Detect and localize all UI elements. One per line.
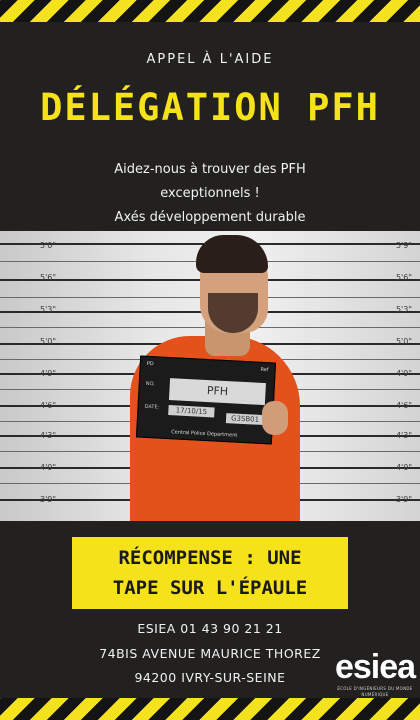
- height-label-right: 4'3": [395, 431, 412, 440]
- height-label-right: 5'9": [395, 241, 412, 250]
- board-header-cell: Ref: [260, 366, 269, 374]
- reward-line: TAPE SUR L'ÉPAULE: [112, 577, 308, 599]
- height-label-left: 4'9": [40, 369, 57, 378]
- board-header: PD Ref: [146, 361, 269, 381]
- subtitle-line: Axés développement durable: [114, 210, 306, 225]
- esiea-logo: esiea ÉCOLE D'INGÉNIEURS DU MONDE NUMÉRI…: [330, 648, 420, 698]
- height-label-left: 5'0": [40, 241, 57, 250]
- height-label-left: 4'0": [40, 463, 57, 472]
- board-header-cell: PD: [146, 360, 154, 368]
- height-label-left: 3'9": [40, 495, 57, 504]
- height-label-right: 5'3": [395, 305, 412, 314]
- height-label-right: 5'0": [395, 337, 412, 346]
- height-label-right: 4'6": [395, 401, 412, 410]
- height-label-left: 4'6": [40, 401, 57, 410]
- height-label-left: 5'6": [40, 273, 57, 282]
- reward-box: RÉCOMPENSE : UNE TAPE SUR L'ÉPAULE: [72, 537, 348, 609]
- subtitle-line: exceptionnels !: [160, 186, 260, 201]
- height-label-left: 4'3": [40, 431, 57, 440]
- person-hand: [262, 401, 288, 435]
- logo-word: esiea: [334, 648, 416, 686]
- mugshot-board: PD Ref NO. PFH DATE: 17/10/15 G3SB01 Cen…: [135, 355, 277, 445]
- contact-phone: ESIEA 01 43 90 21 21: [137, 621, 283, 636]
- board-number-value: G3SB01: [225, 413, 265, 426]
- subtitle-line: Aidez-nous à trouver des PFH: [114, 162, 306, 177]
- page-title: DÉLÉGATION PFH: [40, 86, 380, 129]
- height-label-right: 5'6": [395, 273, 412, 282]
- mugshot-photo: 5'0" 5'9" 5'6" 5'6" 5'3" 5'3" 5'0" 5'0" …: [0, 231, 420, 521]
- height-label-right: 4'9": [395, 369, 412, 378]
- person-hair: [196, 235, 268, 273]
- height-label-left: 5'0": [40, 337, 57, 346]
- logo-tagline: ÉCOLE D'INGÉNIEURS DU MONDE NUMÉRIQUE: [337, 686, 413, 697]
- reward-line: RÉCOMPENSE : UNE: [118, 547, 302, 569]
- board-footer: Central Police Department: [171, 429, 238, 439]
- board-date-value: 17/10/15: [168, 405, 215, 418]
- kicker-text: APPEL À L'AIDE: [146, 52, 274, 67]
- hazard-stripe-bottom: [0, 698, 420, 720]
- hazard-stripe-top: [0, 0, 420, 22]
- height-label-left: 5'3": [40, 305, 57, 314]
- subtitle-block: Aidez-nous à trouver des PFH exceptionne…: [0, 158, 420, 230]
- height-label-right: 3'9": [395, 495, 412, 504]
- height-label-right: 4'0": [395, 463, 412, 472]
- board-plate: PFH: [168, 378, 266, 406]
